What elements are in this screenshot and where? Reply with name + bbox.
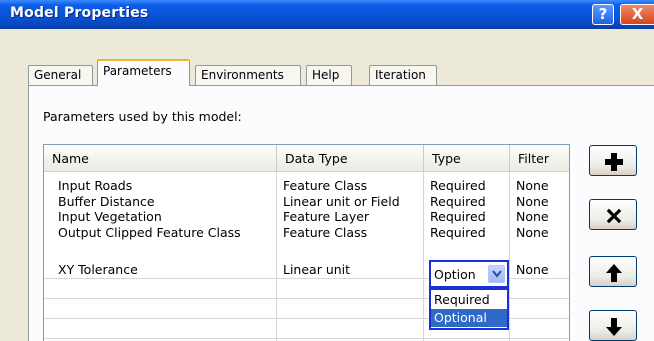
param-filter: None bbox=[516, 262, 549, 277]
table-row[interactable]: Input Vegetation Feature Layer Required … bbox=[44, 209, 569, 225]
param-type: Required bbox=[430, 209, 486, 224]
column-header-type[interactable]: Type bbox=[424, 145, 510, 171]
arrow-down-icon bbox=[606, 318, 622, 336]
delete-x-icon bbox=[606, 208, 622, 224]
table-header: Name Data Type Type Filter bbox=[44, 145, 569, 172]
window-title: Model Properties bbox=[10, 5, 149, 21]
tab-iteration[interactable]: Iteration bbox=[369, 65, 437, 85]
arrow-up-icon bbox=[606, 264, 622, 282]
move-up-button[interactable] bbox=[589, 256, 637, 287]
param-filter: None bbox=[516, 178, 549, 193]
param-data-type: Feature Layer bbox=[283, 209, 370, 224]
type-combobox[interactable]: Option bbox=[429, 260, 509, 288]
close-button[interactable]: X bbox=[620, 4, 654, 25]
table-row[interactable]: Input Roads Feature Class Required None bbox=[44, 178, 569, 194]
add-parameter-button[interactable] bbox=[589, 145, 637, 176]
move-down-button[interactable] bbox=[589, 310, 637, 341]
type-dropdown-list[interactable]: Required Optional bbox=[429, 288, 509, 330]
param-name: Buffer Distance bbox=[58, 194, 155, 209]
column-header-name[interactable]: Name bbox=[44, 145, 277, 171]
tab-parameters[interactable]: Parameters bbox=[97, 59, 190, 86]
dropdown-option-optional[interactable]: Optional bbox=[431, 309, 507, 327]
param-name: Output Clipped Feature Class bbox=[58, 225, 241, 240]
param-filter: None bbox=[516, 209, 549, 224]
close-icon: X bbox=[631, 5, 644, 23]
param-type: Required bbox=[430, 194, 486, 209]
tab-general[interactable]: General bbox=[28, 65, 93, 85]
param-data-type: Linear unit or Field bbox=[283, 194, 400, 209]
param-data-type: Feature Class bbox=[283, 225, 368, 240]
table-row[interactable]: Buffer Distance Linear unit or Field Req… bbox=[44, 194, 569, 210]
param-type: Required bbox=[430, 225, 486, 240]
help-button[interactable]: ? bbox=[592, 4, 614, 25]
plus-icon bbox=[605, 153, 623, 171]
param-data-type: Linear unit bbox=[283, 262, 351, 277]
row-divider bbox=[44, 338, 569, 339]
tab-label: Environments bbox=[201, 68, 284, 82]
column-header-filter[interactable]: Filter bbox=[510, 145, 569, 171]
column-header-data-type[interactable]: Data Type bbox=[277, 145, 424, 171]
tab-label: Parameters bbox=[103, 64, 172, 78]
param-type: Required bbox=[430, 178, 486, 193]
tab-environments[interactable]: Environments bbox=[195, 65, 301, 85]
remove-parameter-button[interactable] bbox=[589, 199, 637, 230]
param-name: Input Roads bbox=[58, 178, 133, 193]
parameters-caption: Parameters used by this model: bbox=[43, 109, 242, 124]
tab-label: Help bbox=[312, 68, 340, 82]
help-icon: ? bbox=[598, 5, 608, 23]
title-bar[interactable]: Model Properties ? X bbox=[0, 0, 654, 29]
tab-label: General bbox=[34, 68, 82, 82]
param-filter: None bbox=[516, 225, 549, 240]
tab-help[interactable]: Help bbox=[306, 65, 352, 85]
chevron-down-icon[interactable] bbox=[488, 265, 505, 283]
param-name: XY Tolerance bbox=[58, 262, 138, 277]
tab-label: Iteration bbox=[375, 68, 426, 82]
param-name: Input Vegetation bbox=[58, 209, 162, 224]
dropdown-option-required[interactable]: Required bbox=[431, 291, 507, 309]
table-row[interactable]: Output Clipped Feature Class Feature Cla… bbox=[44, 225, 569, 241]
type-combobox-value: Option bbox=[434, 267, 476, 282]
param-data-type: Feature Class bbox=[283, 178, 368, 193]
param-filter: None bbox=[516, 194, 549, 209]
